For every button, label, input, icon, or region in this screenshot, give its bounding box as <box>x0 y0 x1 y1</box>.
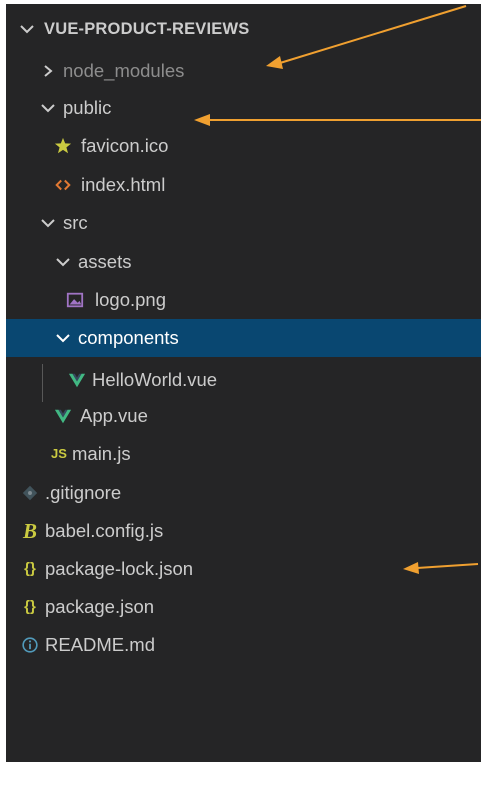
info-icon <box>19 626 41 664</box>
tree-item-src[interactable]: src <box>6 204 481 242</box>
chevron-down-icon <box>54 243 72 281</box>
tree-item-label: node_modules <box>63 60 185 81</box>
tree-item-label: babel.config.js <box>45 520 164 541</box>
html-icon <box>52 166 74 204</box>
tree-item-package-json[interactable]: {} package.json <box>6 588 481 626</box>
tree-item-assets[interactable]: assets <box>6 243 481 281</box>
tree-item-logo-png[interactable]: logo.png <box>6 281 481 319</box>
tree-item-label: components <box>78 327 179 348</box>
tree-item-readme-md[interactable]: README.md <box>6 626 481 664</box>
tree-item-app-vue[interactable]: App.vue <box>6 397 481 435</box>
image-icon <box>64 281 86 319</box>
tree-item-babel-config-js[interactable]: B babel.config.js <box>6 512 481 550</box>
tree-item-label: main.js <box>72 443 131 464</box>
explorer-panel: VUE-PRODUCT-REVIEWS node_modules public … <box>6 4 481 762</box>
tree-item-label: HelloWorld.vue <box>92 369 218 390</box>
json-icon: {} <box>24 560 36 577</box>
tree-item-label: assets <box>78 251 132 272</box>
tree-item-public[interactable]: public <box>6 89 481 127</box>
tree-item-label: src <box>63 212 88 233</box>
chevron-down-icon <box>54 319 72 357</box>
tree-item-label: App.vue <box>80 405 148 426</box>
tree-item-index-html[interactable]: index.html <box>6 166 481 204</box>
tree-item-favicon-ico[interactable]: favicon.ico <box>6 127 481 165</box>
tree-item-node-modules[interactable]: node_modules <box>6 52 481 90</box>
tree-item-label: package.json <box>45 596 155 617</box>
tree-item-label: index.html <box>81 174 166 195</box>
tree-item-package-lock-json[interactable]: {} package-lock.json <box>6 550 481 588</box>
tree-item-label: logo.png <box>95 289 166 310</box>
chevron-down-icon <box>39 204 57 242</box>
tree-item-gitignore[interactable]: .gitignore <box>6 474 481 512</box>
explorer-section-header[interactable]: VUE-PRODUCT-REVIEWS <box>6 10 481 48</box>
tree-item-label: favicon.ico <box>81 135 169 156</box>
tree-item-helloworld-vue[interactable]: HelloWorld.vue <box>6 361 481 399</box>
vue-icon <box>66 361 88 399</box>
chevron-down-icon <box>18 10 36 48</box>
js-icon: JS <box>51 446 67 461</box>
gitignore-icon <box>19 474 41 512</box>
babel-icon: B <box>22 519 37 543</box>
tree-item-components[interactable]: components <box>6 319 481 357</box>
tree-item-label: .gitignore <box>45 482 122 503</box>
tree-item-label: package-lock.json <box>45 558 194 579</box>
json-icon: {} <box>24 598 36 615</box>
project-title: VUE-PRODUCT-REVIEWS <box>44 20 250 38</box>
chevron-down-icon <box>39 89 57 127</box>
tree-item-label: public <box>63 97 112 118</box>
chevron-right-icon <box>39 52 57 90</box>
favicon-star-icon <box>52 127 74 165</box>
tree-item-main-js[interactable]: JS main.js <box>6 435 481 473</box>
vue-icon <box>52 397 74 435</box>
tree-item-label: README.md <box>45 634 155 655</box>
